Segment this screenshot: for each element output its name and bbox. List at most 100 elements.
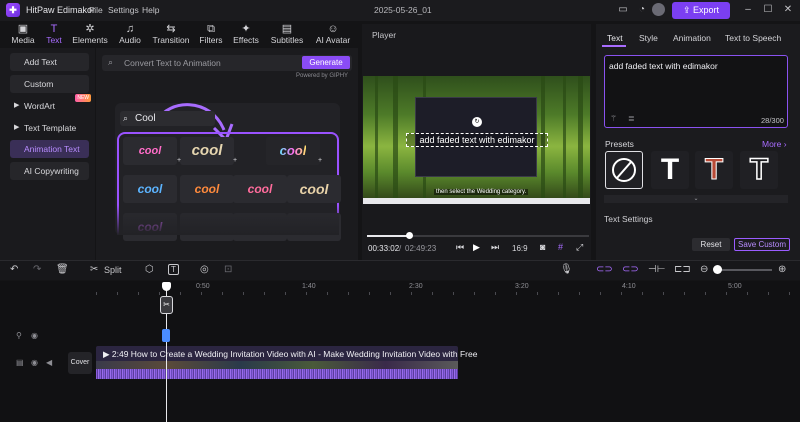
- play-icon: ▶: [103, 349, 112, 359]
- tab-animation[interactable]: Animation: [673, 33, 711, 43]
- magnet-icon[interactable]: ⊂⊃: [596, 264, 613, 275]
- feedback-icon[interactable]: ▭: [616, 3, 630, 17]
- split-icon[interactable]: ✂: [90, 264, 98, 275]
- text-clip-marker[interactable]: [162, 329, 170, 342]
- video-taskbar: [363, 198, 590, 204]
- transition-icon: ⇆: [166, 23, 176, 35]
- track-lock-icon[interactable]: ▤: [16, 358, 24, 367]
- tile-fade: [117, 205, 339, 235]
- next-frame-icon[interactable]: ⏭: [491, 242, 499, 253]
- nav-add-text[interactable]: Add Text: [10, 53, 89, 71]
- animation-tile[interactable]: cool: [266, 137, 320, 165]
- search-icon: ⌕: [108, 57, 114, 67]
- tab-style[interactable]: Style: [639, 33, 658, 43]
- progress-handle[interactable]: [406, 232, 413, 239]
- tab-elements[interactable]: ✲ Elements: [69, 23, 111, 47]
- zoom-in-icon[interactable]: ⊕: [778, 264, 786, 275]
- track-audio-icon[interactable]: ◀: [46, 358, 52, 367]
- generate-button[interactable]: Generate: [302, 56, 350, 69]
- zoom-out-icon[interactable]: ⊖: [700, 264, 708, 275]
- split-marker-icon[interactable]: ✂: [160, 296, 173, 314]
- fit-icon[interactable]: ⊣⊢: [648, 264, 665, 275]
- add-icon[interactable]: +: [177, 157, 181, 164]
- prev-frame-icon[interactable]: ⏮: [456, 242, 464, 253]
- preset-red-outline[interactable]: T: [695, 151, 733, 189]
- delete-icon[interactable]: 🗑: [56, 264, 69, 275]
- menu-settings[interactable]: Settings: [108, 5, 139, 15]
- undo-icon[interactable]: ↶: [10, 264, 18, 275]
- track-link-icon[interactable]: ⚲: [16, 331, 22, 340]
- play-icon[interactable]: ▶: [473, 242, 480, 253]
- notification-icon[interactable]: ◔: [635, 3, 649, 17]
- link-icon[interactable]: ⊂⊃: [622, 264, 639, 275]
- snapshot-icon[interactable]: ◙: [540, 242, 545, 252]
- playhead-handle[interactable]: [162, 282, 171, 291]
- new-badge: NEW: [75, 94, 91, 102]
- maximize-icon[interactable]: ☐: [761, 3, 775, 17]
- more-presets-link[interactable]: More ›: [762, 139, 787, 149]
- zoom-slider[interactable]: [714, 269, 772, 271]
- close-icon[interactable]: ✕: [781, 3, 795, 17]
- track-visibility-icon[interactable]: ◉: [31, 331, 38, 340]
- animation-tile[interactable]: cool: [287, 175, 341, 203]
- tab-subtitles[interactable]: ▤ Subtitles: [265, 23, 309, 47]
- cover-button[interactable]: Cover: [68, 352, 92, 374]
- menu-help[interactable]: Help: [142, 5, 159, 15]
- fullscreen-icon[interactable]: ⤢: [576, 242, 583, 253]
- redo-icon[interactable]: ↷: [33, 264, 41, 275]
- save-custom-button[interactable]: Save Custom: [734, 238, 790, 251]
- nav-custom[interactable]: Custom: [10, 75, 89, 93]
- char-count: 28/300: [761, 116, 784, 125]
- effects-icon: ✦: [241, 23, 251, 35]
- preset-outline[interactable]: T: [740, 151, 778, 189]
- tab-ai-avatar[interactable]: ☺ AI Avatar: [311, 23, 355, 47]
- tab-effects[interactable]: ✦ Effects: [225, 23, 267, 47]
- animation-tile[interactable]: cool: [180, 137, 234, 165]
- reset-button[interactable]: Reset: [692, 238, 730, 251]
- add-icon[interactable]: +: [233, 157, 237, 164]
- ruler-mark: 5:00: [728, 283, 742, 290]
- clip-title: ▶ 2:49 How to Create a Wedding Invitatio…: [103, 349, 478, 359]
- paragraph-icon[interactable]: ≣: [628, 114, 635, 123]
- text-content-value: add faded text with edimakor: [609, 61, 718, 71]
- presets-expand[interactable]: ⌄: [604, 195, 788, 203]
- preset-none[interactable]: [605, 151, 643, 189]
- speed-icon[interactable]: ◎: [200, 264, 209, 275]
- avatar[interactable]: [652, 3, 665, 16]
- project-name: 2025-05-26_01: [374, 5, 432, 15]
- animation-tile[interactable]: cool: [123, 175, 177, 203]
- zoom-handle[interactable]: [713, 265, 722, 274]
- track-visibility-icon[interactable]: ◉: [31, 358, 38, 367]
- ruler-mark: 0:50: [196, 283, 210, 290]
- active-tab-indicator: [602, 45, 626, 47]
- text-tool-icon[interactable]: T: [168, 264, 179, 275]
- add-icon[interactable]: +: [318, 157, 322, 164]
- aspect-ratio-select[interactable]: 16:9: [512, 244, 528, 253]
- nav-ai-copywriting[interactable]: AI Copywriting: [10, 162, 89, 180]
- minimize-icon[interactable]: –: [741, 3, 755, 17]
- tab-audio[interactable]: ♫ Audio: [109, 23, 151, 47]
- microphone-icon[interactable]: 🎙: [560, 264, 573, 275]
- animation-tile[interactable]: cool: [180, 175, 234, 203]
- track-height-icon[interactable]: ⊏⊐: [674, 264, 691, 275]
- animation-tile[interactable]: cool: [233, 175, 287, 203]
- tab-transition[interactable]: ⇆ Transition: [149, 23, 193, 47]
- video-subtitle: then select the Wedding category.: [434, 189, 529, 195]
- ai-magic-icon[interactable]: ⚚: [610, 114, 617, 123]
- menu-file[interactable]: File: [89, 5, 103, 15]
- nav-animation-text[interactable]: Animation Text: [10, 140, 89, 158]
- rotate-handle-icon[interactable]: ↻: [472, 117, 482, 127]
- animation-tile[interactable]: cool: [123, 137, 177, 165]
- grid-icon[interactable]: #: [558, 242, 563, 252]
- mask-icon[interactable]: ⬡: [145, 264, 154, 275]
- export-button[interactable]: ⇪ Export: [672, 2, 730, 19]
- tab-text-to-speech[interactable]: Text to Speech: [725, 33, 781, 43]
- nav-text-template[interactable]: ▶ Text Template: [10, 119, 89, 137]
- ruler-mark: 1:40: [302, 283, 316, 290]
- crop-icon[interactable]: ⊡: [224, 264, 232, 275]
- split-button[interactable]: Split: [104, 265, 122, 275]
- nav-wordart[interactable]: ▶ WordArt NEW: [10, 94, 91, 115]
- preset-white[interactable]: T: [651, 151, 689, 189]
- tab-text-props[interactable]: Text: [607, 33, 623, 43]
- text-overlay[interactable]: add faded text with edimakor: [406, 133, 548, 147]
